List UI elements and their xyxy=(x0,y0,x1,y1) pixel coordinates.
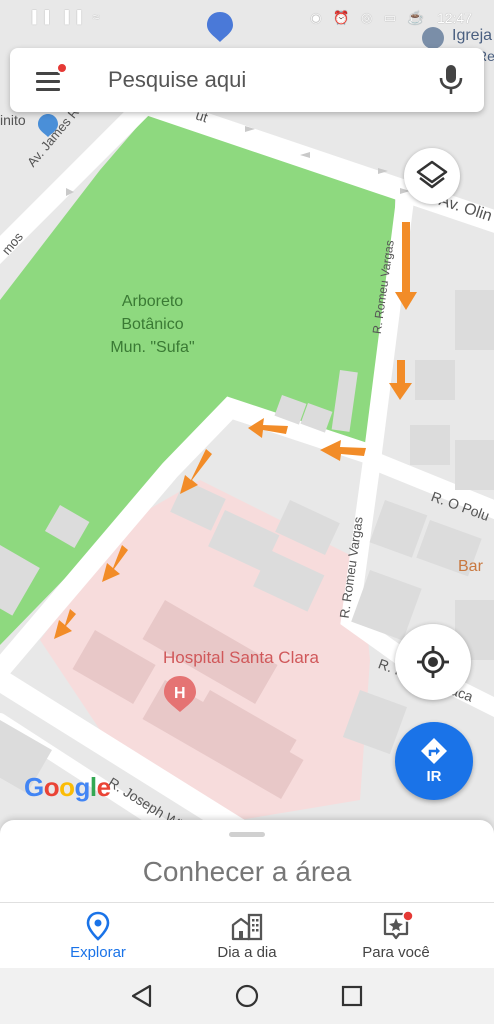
nav-dia-a-dia[interactable]: Dia a dia xyxy=(165,903,329,969)
park-label-line1: Arboreto xyxy=(121,293,184,310)
logo-letter-4: g xyxy=(74,772,91,802)
nav-explorar-label: Explorar xyxy=(70,944,126,961)
layers-button[interactable] xyxy=(404,148,460,204)
logo-letter-5: l xyxy=(89,772,97,802)
notification-dot xyxy=(56,62,68,74)
park-label: Arboreto Botânico Mun. "Sufa" xyxy=(100,290,205,359)
back-icon[interactable] xyxy=(126,980,158,1012)
nav-para-voce[interactable]: Para você xyxy=(314,903,478,969)
directions-icon xyxy=(421,738,447,764)
directions-button[interactable]: IR xyxy=(395,722,473,800)
home-icon[interactable] xyxy=(231,980,263,1012)
layers-icon xyxy=(416,160,448,189)
status-icons: ◉ ⏰ ◎ ▭ ☕ xyxy=(310,10,428,25)
hamburger-icon-bar-3 xyxy=(36,88,60,91)
nav-para-voce-label: Para você xyxy=(362,944,430,961)
recents-icon[interactable] xyxy=(336,980,368,1012)
explore-sheet[interactable]: Conhecer a área xyxy=(0,820,494,902)
my-location-icon xyxy=(417,646,449,678)
status-bar: ▐▐ ▐▐ ≈ ◉ ⏰ ◎ ▭ ☕ 12:47 xyxy=(0,0,494,36)
park-label-line2: Botânico xyxy=(121,316,184,333)
bottom-navigation: Explorar Dia a dia Para você xyxy=(0,902,494,968)
logo-letter-6: e xyxy=(96,772,111,802)
logo-letter-3: o xyxy=(59,772,75,802)
logo-letter-1: G xyxy=(24,772,44,802)
hospital-label[interactable]: Hospital Santa Clara xyxy=(163,648,319,668)
nav-dia-a-dia-label: Dia a dia xyxy=(217,944,277,961)
google-logo: Google xyxy=(24,772,111,803)
status-time: 12:47 xyxy=(436,10,472,26)
mic-button[interactable] xyxy=(434,62,468,98)
park-label-line3: Mun. "Sufa" xyxy=(110,339,195,356)
system-navigation-bar xyxy=(0,968,494,1024)
search-bar[interactable] xyxy=(10,48,484,112)
directions-label: IR xyxy=(426,768,442,785)
for-you-icon xyxy=(383,911,414,940)
my-location-button[interactable] xyxy=(395,624,471,700)
commute-icon xyxy=(231,913,263,941)
inito-label: inito xyxy=(0,112,26,128)
explore-pin-icon xyxy=(86,911,110,941)
logo-letter-2: o xyxy=(43,772,60,802)
signal-icon: ▐▐ ▐▐ ≈ xyxy=(28,10,104,24)
search-input[interactable] xyxy=(108,64,418,96)
svg-text:H: H xyxy=(174,685,186,702)
microphone-icon xyxy=(439,65,463,94)
sheet-title: Conhecer a área xyxy=(142,856,352,887)
nav-explorar[interactable]: Explorar xyxy=(16,903,180,969)
sheet-drag-handle[interactable] xyxy=(229,832,265,837)
hamburger-icon xyxy=(36,72,60,75)
bar-label[interactable]: Bar xyxy=(458,558,483,576)
hamburger-icon-bar-2 xyxy=(36,80,60,83)
